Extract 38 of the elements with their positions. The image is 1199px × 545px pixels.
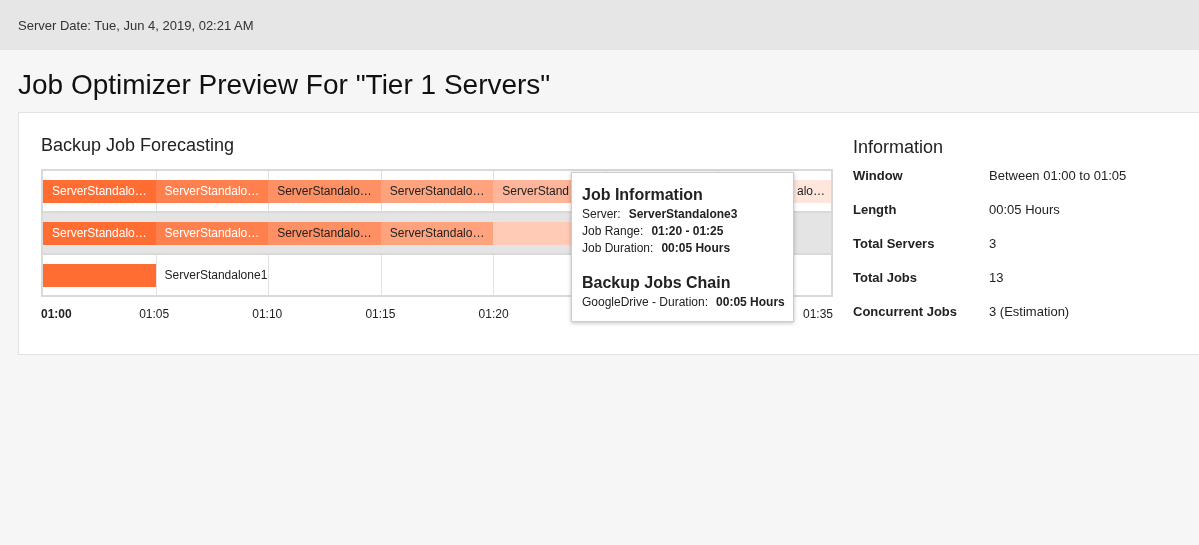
info-value: 3 (Estimation) (989, 303, 1071, 321)
axis-label: 01:15 (365, 307, 396, 321)
tooltip-label: Server: (582, 206, 621, 223)
tooltip-title: Backup Jobs Chain (582, 273, 732, 293)
tooltip-value: ServerStandalone3 (628, 206, 738, 223)
info-label: Total Servers (853, 235, 936, 253)
axis-label: 01:20 (478, 307, 509, 321)
axis-label: 01:00 (41, 307, 72, 321)
axis-label: 01:35 (802, 307, 833, 321)
info-label: Length (853, 201, 898, 219)
axis-label: 01:05 (139, 307, 170, 321)
job-bar: ServerStandalo… (155, 221, 269, 245)
info-value: Between 01:00 to 01:05 (989, 167, 1128, 185)
info-value: 3 (989, 235, 998, 253)
info-value: 13 (989, 269, 1005, 287)
axis-label: 01:10 (252, 307, 283, 321)
job-bar: ServerStandalo… (268, 179, 381, 203)
server-date: Server Date: Tue, Jun 4, 2019, 02:21 AM (18, 17, 254, 33)
tooltip-label: Job Duration: (582, 240, 654, 257)
tooltip-label: GoogleDrive - Duration: (582, 294, 709, 311)
server-label: ServerStandalone1 (163, 268, 269, 282)
page-title: Job Optimizer Preview For "Tier 1 Servers" (17, 68, 552, 102)
info-label: Window (853, 167, 904, 185)
tooltip-value: 00:05 Hours (661, 240, 731, 257)
job-bar: ServerStandalo… (268, 221, 381, 245)
tooltip-value: 00:05 Hours (716, 294, 785, 311)
section-title: Backup Job Forecasting (41, 134, 236, 157)
info-label: Concurrent Jobs (853, 303, 958, 321)
tooltip-value: 01:20 - 01:25 (651, 223, 724, 240)
section-title: Information (853, 136, 945, 159)
tooltip-label: Job Range: (582, 223, 644, 240)
info-label: Total Jobs (853, 269, 919, 287)
info-value: 00:05 Hours (989, 201, 1061, 219)
job-bar: ServerStandalo… (380, 221, 494, 245)
job-bar: ServerStandalo… (155, 179, 269, 203)
job-bar: ServerStandalo… (380, 179, 494, 203)
job-bar: ServerStandalo… (43, 179, 156, 203)
job-bar: ServerStandalo… (43, 221, 156, 245)
